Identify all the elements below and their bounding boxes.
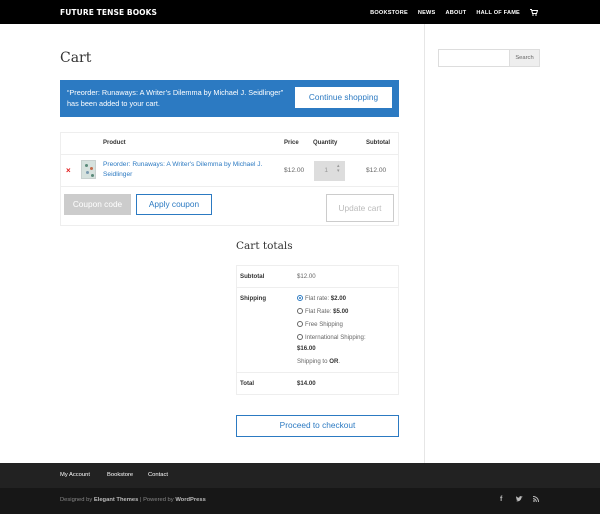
nav-news[interactable]: NEWS xyxy=(418,10,436,16)
remove-item-icon[interactable]: × xyxy=(66,166,71,175)
continue-shopping-button[interactable]: Continue shopping xyxy=(295,87,392,108)
coupon-code-input[interactable]: Coupon code xyxy=(64,194,131,215)
sidebar-search-input[interactable] xyxy=(438,49,510,67)
radio-icon[interactable] xyxy=(297,308,303,314)
shipping-label: Shipping xyxy=(240,295,267,302)
quantity-spinner-icon[interactable]: ▴ ▾ xyxy=(337,164,340,174)
update-cart-button[interactable]: Update cart xyxy=(326,194,394,222)
total-value: $14.00 xyxy=(297,380,316,387)
subtotal-value: $12.00 xyxy=(297,273,316,280)
elegant-themes-link[interactable]: Elegant Themes xyxy=(94,497,138,503)
shipping-option-international[interactable]: International Shipping: xyxy=(297,334,366,341)
product-thumbnail[interactable] xyxy=(81,160,96,179)
shipping-destination: Shipping to OR. xyxy=(297,358,341,365)
footer-credits: Designed by Elegant Themes | Powered by … xyxy=(60,497,206,503)
page-title: Cart xyxy=(60,50,92,66)
main-nav: BOOKSTORE NEWS ABOUT HALL OF FAME xyxy=(370,9,539,16)
total-label: Total xyxy=(240,380,255,387)
radio-icon[interactable] xyxy=(297,334,303,340)
footer-link-contact[interactable]: Contact xyxy=(148,472,168,478)
product-subtotal: $12.00 xyxy=(366,167,387,174)
table-divider xyxy=(61,186,398,187)
rss-icon[interactable] xyxy=(532,495,540,504)
shipping-option-flat-2[interactable]: Flat rate: $2.00 xyxy=(297,295,346,302)
sidebar-divider xyxy=(424,24,425,463)
sidebar-search-button[interactable]: Search xyxy=(509,49,540,67)
cart-totals-table xyxy=(236,265,399,395)
facebook-icon[interactable]: f xyxy=(500,496,502,503)
footer-link-my-account[interactable]: My Account xyxy=(60,472,90,478)
radio-icon[interactable] xyxy=(297,321,303,327)
twitter-icon[interactable] xyxy=(516,496,523,504)
proceed-to-checkout-button[interactable]: Proceed to checkout xyxy=(236,415,399,437)
shopping-cart-icon[interactable] xyxy=(530,9,539,16)
totals-divider xyxy=(237,372,398,373)
quantity-value[interactable]: 1 xyxy=(320,167,328,174)
subtotal-label: Subtotal xyxy=(240,273,265,280)
shipping-option-flat-5[interactable]: Flat Rate: $5.00 xyxy=(297,308,348,315)
apply-coupon-button[interactable]: Apply coupon xyxy=(136,194,212,215)
footer-link-bookstore[interactable]: Bookstore xyxy=(107,472,133,478)
nav-bookstore[interactable]: BOOKSTORE xyxy=(370,10,408,16)
table-divider xyxy=(61,154,398,155)
wordpress-link[interactable]: WordPress xyxy=(175,497,206,503)
col-product-header: Product xyxy=(103,140,126,146)
radio-selected-icon[interactable] xyxy=(297,295,303,301)
totals-divider xyxy=(237,287,398,288)
product-price: $12.00 xyxy=(284,167,305,174)
site-logo[interactable]: FUTURE TENSE BOOKS xyxy=(60,8,157,17)
cart-totals-title: Cart totals xyxy=(236,240,293,252)
international-shipping-price: $16.00 xyxy=(297,345,316,352)
nav-about[interactable]: ABOUT xyxy=(445,10,466,16)
product-name-link[interactable]: Preorder: Runaways: A Writer's Dilemma b… xyxy=(103,160,273,180)
notice-message: “Preorder: Runaways: A Writer’s Dilemma … xyxy=(67,88,284,108)
col-quantity-header: Quantity xyxy=(313,140,338,146)
col-price-header: Price xyxy=(284,140,299,146)
col-subtotal-header: Subtotal xyxy=(366,140,390,146)
footer-nav xyxy=(0,463,600,488)
shipping-option-free[interactable]: Free Shipping xyxy=(297,321,343,328)
quantity-stepper[interactable] xyxy=(314,161,345,181)
nav-hall-of-fame[interactable]: HALL OF FAME xyxy=(476,10,520,16)
